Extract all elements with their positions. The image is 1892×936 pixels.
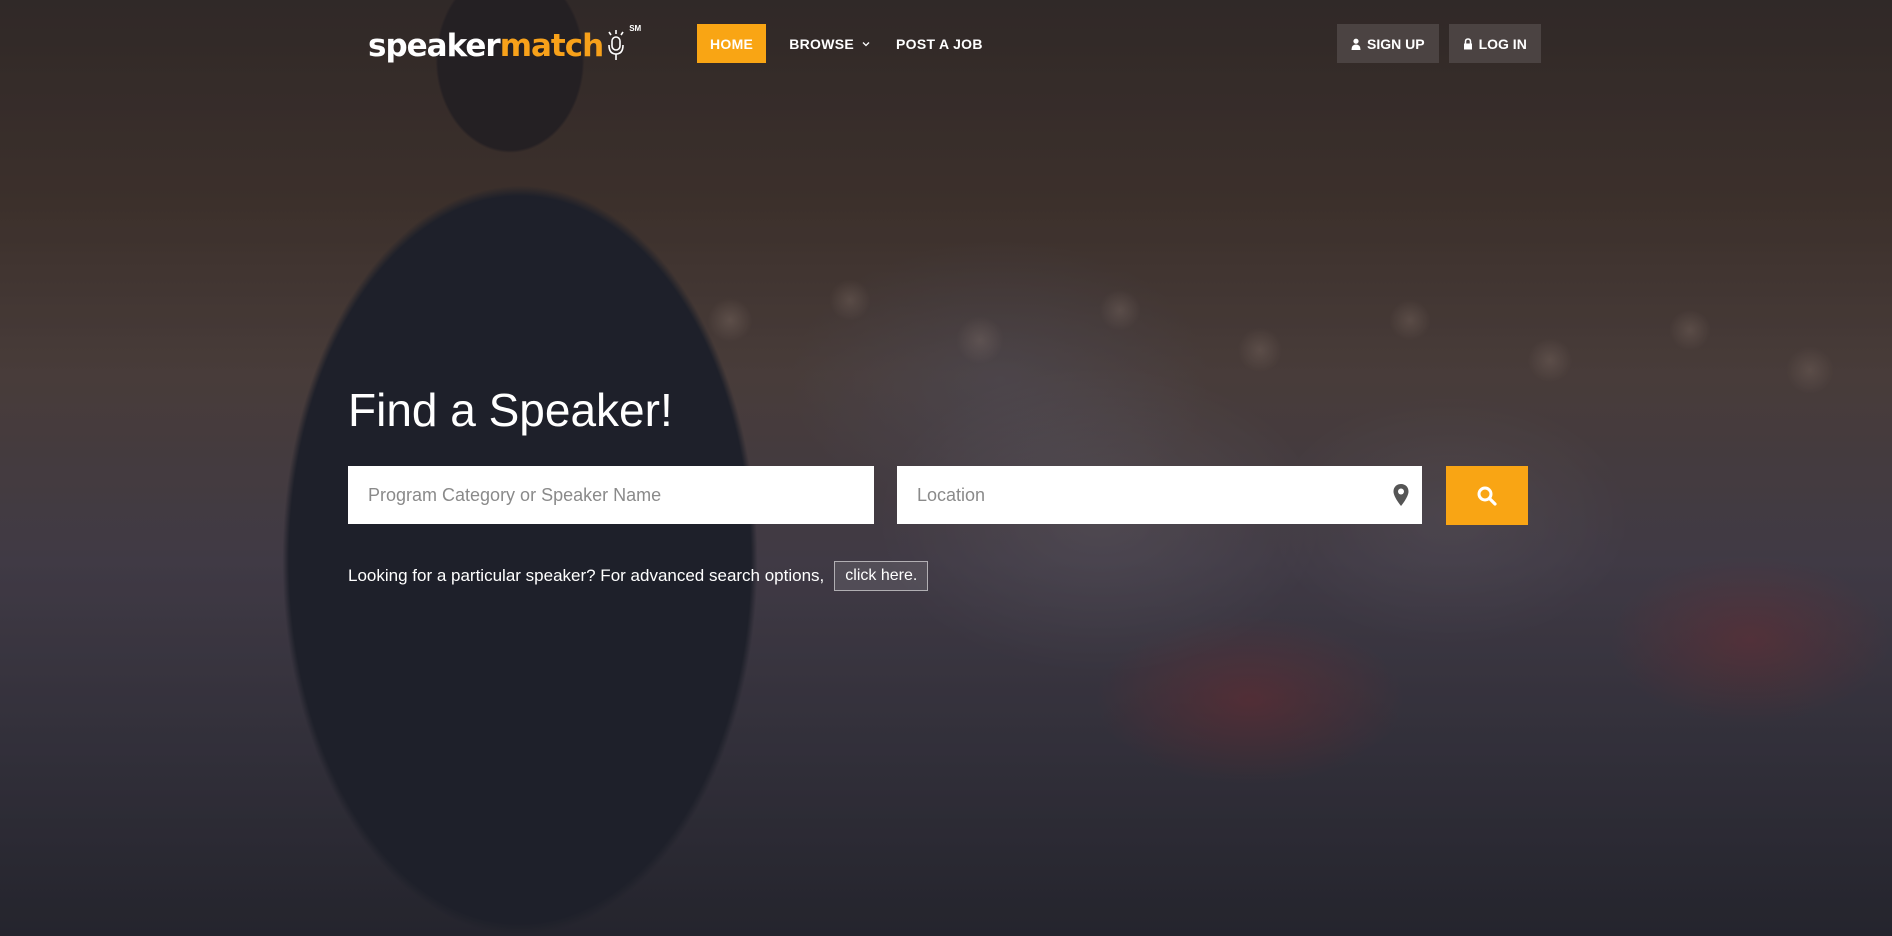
speaker-search-input[interactable]	[348, 466, 874, 524]
nav-browse[interactable]: BROWSE	[776, 24, 883, 63]
logo-text-speaker: speaker	[368, 28, 501, 64]
nav-browse-label: BROWSE	[789, 35, 855, 52]
microphone-icon	[608, 30, 624, 60]
nav-home-label: HOME	[710, 35, 754, 52]
search-button[interactable]	[1446, 466, 1528, 525]
advanced-search-text: Looking for a particular speaker? For ad…	[348, 566, 825, 585]
nav-home[interactable]: HOME	[697, 24, 767, 63]
logo-text: speakermatch	[368, 28, 604, 64]
page-title: Find a Speaker!	[348, 384, 673, 436]
search-icon	[1477, 486, 1497, 506]
nav-post-a-job[interactable]: POST A JOB	[883, 24, 996, 63]
log-in-label: LOG IN	[1478, 35, 1527, 52]
log-in-button[interactable]: LOG IN	[1448, 24, 1541, 63]
sign-up-label: SIGN UP	[1367, 35, 1425, 52]
map-marker-icon	[1393, 484, 1409, 506]
nav-post-a-job-label: POST A JOB	[896, 35, 983, 52]
service-mark: SM	[629, 24, 642, 33]
lock-icon	[1463, 37, 1472, 49]
location-field	[897, 466, 1422, 524]
main-nav: HOME BROWSE POST A JOB	[697, 24, 996, 63]
sign-up-button[interactable]: SIGN UP	[1337, 24, 1439, 63]
location-input[interactable]	[897, 466, 1422, 524]
speaker-search-field	[348, 466, 874, 524]
advanced-search-link[interactable]: click here.	[834, 561, 929, 591]
user-icon	[1351, 38, 1361, 50]
logo-text-match: match	[499, 28, 604, 64]
advanced-search-row: Looking for a particular speaker? For ad…	[348, 561, 929, 591]
chevron-down-icon	[862, 41, 870, 46]
auth-buttons: SIGN UP LOG IN	[1337, 24, 1541, 63]
site-logo[interactable]: speakermatch SM	[368, 22, 641, 62]
